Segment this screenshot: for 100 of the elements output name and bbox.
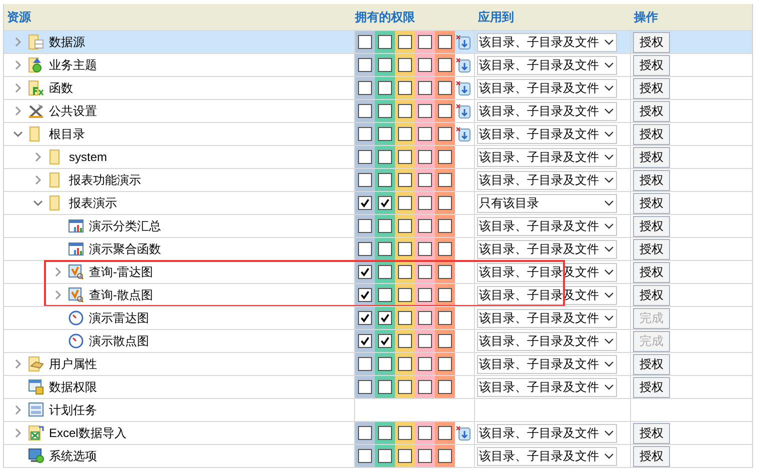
- clear-download-icon[interactable]: [456, 104, 471, 118]
- permission-checkbox[interactable]: [438, 311, 452, 325]
- permission-checkbox[interactable]: [418, 288, 432, 302]
- permission-checkbox[interactable]: [378, 357, 392, 371]
- tree-row[interactable]: 报表功能演示 该目录、子目录及文件 授权: [4, 168, 752, 191]
- apply-to-dropdown[interactable]: 只有该目录: [477, 194, 617, 212]
- permission-checkbox[interactable]: [438, 449, 452, 463]
- permission-checkbox[interactable]: [398, 81, 412, 95]
- permission-checkbox[interactable]: [418, 35, 432, 49]
- permission-checkbox[interactable]: [358, 380, 372, 394]
- permission-checkbox[interactable]: [418, 58, 432, 72]
- permission-checkbox[interactable]: [358, 311, 372, 325]
- tree-row[interactable]: 数据权限 该目录、子目录及文件 授权: [4, 375, 752, 398]
- permission-checkbox[interactable]: [438, 127, 452, 141]
- permission-checkbox[interactable]: [418, 196, 432, 210]
- permission-checkbox[interactable]: [438, 35, 452, 49]
- permission-checkbox[interactable]: [418, 173, 432, 187]
- permission-checkbox[interactable]: [398, 357, 412, 371]
- permission-checkbox[interactable]: [358, 104, 372, 118]
- tree-row[interactable]: 演示雷达图 该目录、子目录及文件 完成: [4, 306, 752, 329]
- authorize-button[interactable]: 授权: [633, 146, 670, 168]
- permission-checkbox[interactable]: [378, 173, 392, 187]
- tree-row[interactable]: 演示散点图 该目录、子目录及文件 完成: [4, 329, 752, 352]
- permission-checkbox[interactable]: [358, 173, 372, 187]
- permission-checkbox[interactable]: [438, 242, 452, 256]
- clear-download-icon[interactable]: [456, 126, 471, 142]
- permission-checkbox[interactable]: [418, 449, 432, 463]
- permission-checkbox[interactable]: [358, 127, 372, 141]
- authorize-button[interactable]: 授权: [633, 32, 670, 52]
- permission-checkbox[interactable]: [398, 196, 412, 210]
- clear-download-icon[interactable]: [456, 426, 471, 440]
- permission-checkbox[interactable]: [438, 173, 452, 187]
- permission-checkbox[interactable]: [398, 58, 412, 72]
- authorize-button[interactable]: 授权: [633, 54, 670, 76]
- tree-row[interactable]: 演示聚合函数 该目录、子目录及文件 授权: [4, 237, 752, 260]
- tree-row[interactable]: 系统选项 该目录、子目录及文件 授权: [4, 444, 752, 467]
- permission-checkbox[interactable]: [418, 150, 432, 164]
- tree-row[interactable]: 演示分类汇总 该目录、子目录及文件 授权: [4, 214, 752, 237]
- permission-checkbox[interactable]: [418, 219, 432, 233]
- permission-checkbox[interactable]: [358, 426, 372, 440]
- authorize-button[interactable]: 授权: [633, 78, 670, 98]
- authorize-button[interactable]: 授权: [633, 446, 670, 466]
- apply-to-dropdown[interactable]: 该目录、子目录及文件: [477, 332, 617, 350]
- tree-row[interactable]: 用户属性 该目录、子目录及文件 授权: [4, 352, 752, 375]
- permission-checkbox[interactable]: [398, 311, 412, 325]
- permission-checkbox[interactable]: [358, 265, 372, 279]
- permission-checkbox[interactable]: [398, 173, 412, 187]
- permission-checkbox[interactable]: [438, 380, 452, 394]
- permission-checkbox[interactable]: [398, 150, 412, 164]
- permission-checkbox[interactable]: [418, 242, 432, 256]
- permission-checkbox[interactable]: [378, 449, 392, 463]
- clear-download-icon[interactable]: [456, 80, 471, 96]
- permission-checkbox[interactable]: [378, 219, 392, 233]
- permission-checkbox[interactable]: [418, 127, 432, 141]
- permission-checkbox[interactable]: [418, 265, 432, 279]
- tree-row[interactable]: 公共设置 该目录、子目录及文件 授权: [4, 99, 752, 122]
- permission-checkbox[interactable]: [358, 35, 372, 49]
- permission-checkbox[interactable]: [378, 380, 392, 394]
- authorize-button[interactable]: 授权: [633, 262, 670, 282]
- permission-checkbox[interactable]: [398, 288, 412, 302]
- permission-checkbox[interactable]: [378, 127, 392, 141]
- apply-to-dropdown[interactable]: 该目录、子目录及文件: [477, 56, 617, 74]
- tree-row[interactable]: 报表演示 只有该目录 授权: [4, 191, 752, 214]
- permission-checkbox[interactable]: [398, 127, 412, 141]
- authorize-button[interactable]: 授权: [633, 422, 670, 444]
- permission-checkbox[interactable]: [438, 265, 452, 279]
- permission-checkbox[interactable]: [398, 219, 412, 233]
- permission-checkbox[interactable]: [438, 426, 452, 440]
- authorize-button[interactable]: 授权: [633, 284, 670, 306]
- permission-checkbox[interactable]: [418, 380, 432, 394]
- apply-to-dropdown[interactable]: 该目录、子目录及文件: [477, 102, 617, 120]
- permission-checkbox[interactable]: [418, 81, 432, 95]
- permission-checkbox[interactable]: [358, 81, 372, 95]
- authorize-button[interactable]: 授权: [633, 354, 670, 374]
- permission-checkbox[interactable]: [378, 196, 392, 210]
- tree-row[interactable]: 根目录 该目录、子目录及文件 授权: [4, 122, 752, 145]
- apply-to-dropdown[interactable]: 该目录、子目录及文件: [477, 354, 617, 374]
- permission-checkbox[interactable]: [418, 357, 432, 371]
- permission-checkbox[interactable]: [438, 357, 452, 371]
- permission-checkbox[interactable]: [438, 81, 452, 95]
- authorize-button[interactable]: 授权: [633, 238, 670, 260]
- authorize-button[interactable]: 授权: [633, 170, 670, 190]
- permission-checkbox[interactable]: [358, 219, 372, 233]
- clear-download-icon[interactable]: [456, 34, 471, 50]
- permission-checkbox[interactable]: [418, 334, 432, 348]
- tree-row[interactable]: Excel数据导入 该目录、子目录及文件 授权: [4, 421, 752, 444]
- permission-checkbox[interactable]: [378, 150, 392, 164]
- permission-checkbox[interactable]: [398, 334, 412, 348]
- permission-checkbox[interactable]: [378, 311, 392, 325]
- apply-to-dropdown[interactable]: 该目录、子目录及文件: [477, 378, 617, 396]
- permission-checkbox[interactable]: [378, 104, 392, 118]
- authorize-button[interactable]: 授权: [633, 124, 670, 144]
- apply-to-dropdown[interactable]: 该目录、子目录及文件: [477, 124, 617, 144]
- permission-checkbox[interactable]: [358, 196, 372, 210]
- permission-checkbox[interactable]: [378, 426, 392, 440]
- apply-to-dropdown[interactable]: 该目录、子目录及文件: [477, 424, 617, 442]
- apply-to-dropdown[interactable]: 该目录、子目录及文件: [477, 78, 617, 98]
- apply-to-dropdown[interactable]: 该目录、子目录及文件: [477, 446, 617, 466]
- apply-to-dropdown[interactable]: 该目录、子目录及文件: [477, 240, 617, 258]
- permission-checkbox[interactable]: [378, 242, 392, 256]
